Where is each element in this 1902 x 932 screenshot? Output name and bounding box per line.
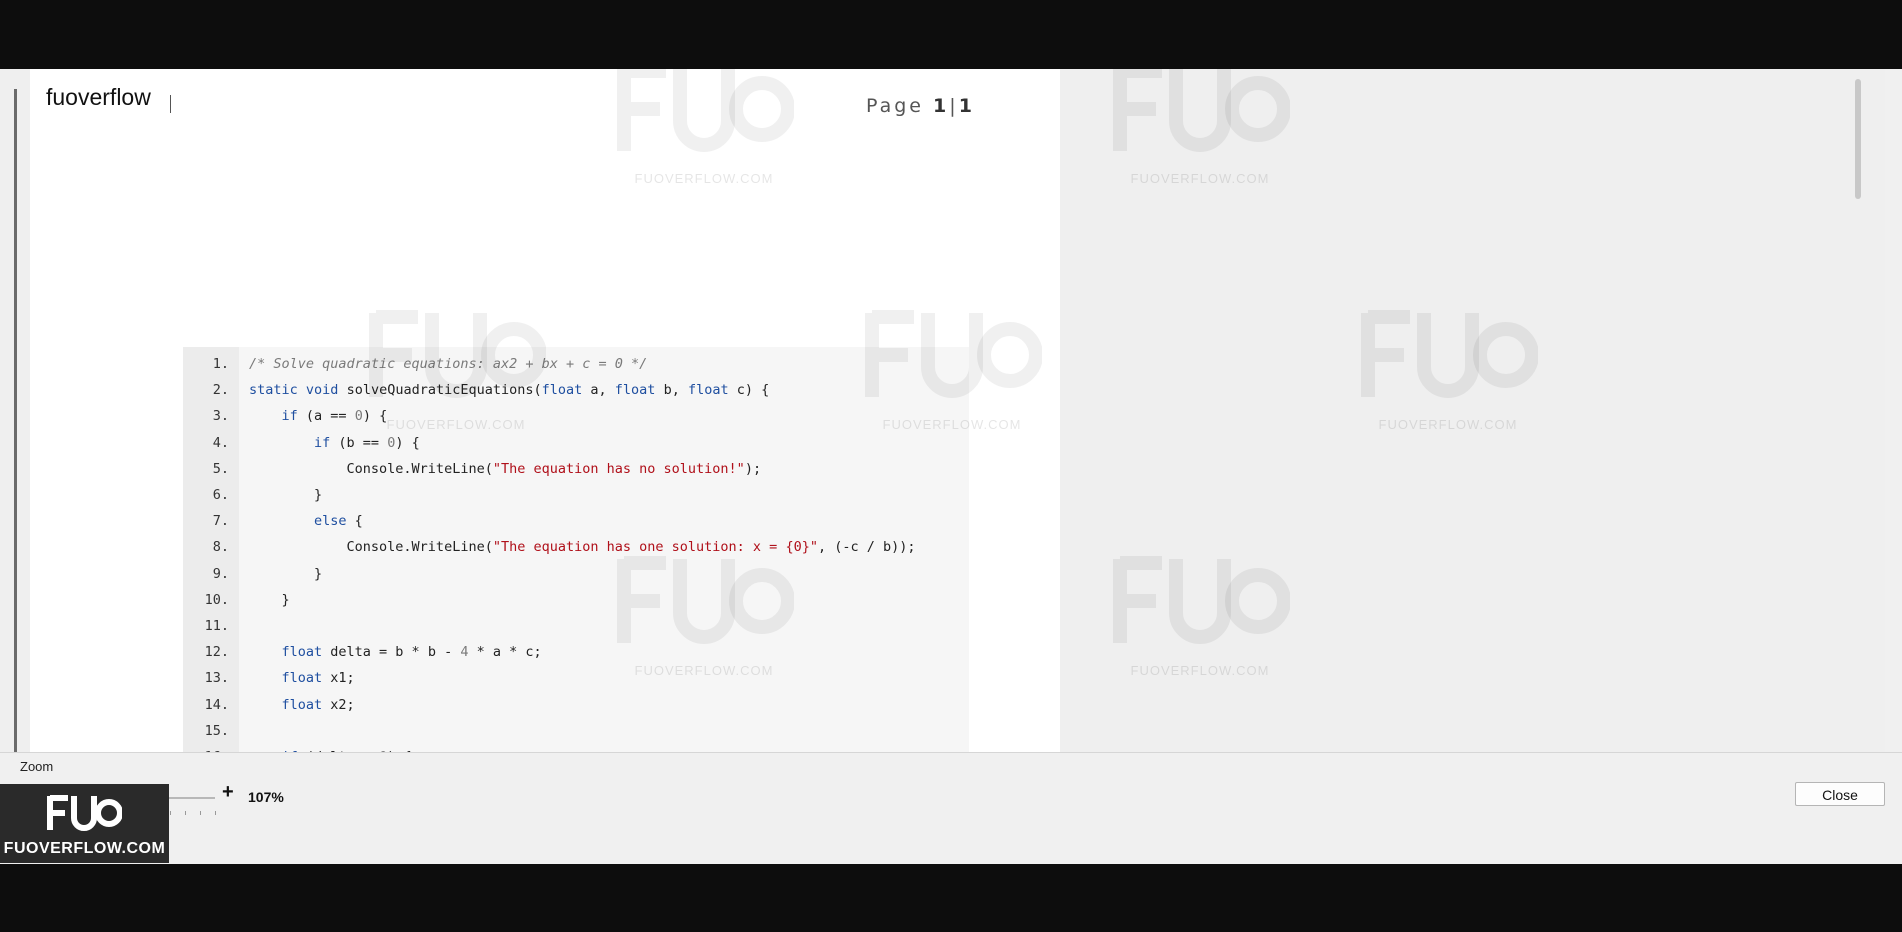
code-line: 9. } (183, 561, 969, 587)
line-number: 3. (212, 408, 229, 425)
watermark: FUOVERFLOW.COM (1338, 305, 1558, 445)
line-number: 5. (212, 460, 229, 477)
code-line: 1. /* Solve quadratic equations: ax2 + bx… (183, 351, 969, 377)
code-text: /* Solve quadratic equations: ax2 + bx +… (249, 356, 648, 372)
code-text: else { (314, 513, 363, 530)
code-line: 8. Console.WriteLine("The equation has o… (183, 534, 969, 560)
watermark: FUOVERFLOW.COM (1090, 551, 1310, 691)
code-line: 13. float x1; (183, 665, 969, 691)
document-title: fuoverflow (46, 84, 151, 110)
line-number: 11. (204, 618, 229, 634)
line-number: 14. (204, 696, 229, 713)
watermark-logo-icon (1361, 310, 1538, 398)
watermark: FUOVERFLOW.COM (1090, 69, 1310, 199)
code-text: if (a == 0) { (281, 408, 388, 425)
close-button[interactable]: Close (1795, 782, 1885, 806)
page-label: Page (866, 95, 924, 117)
line-number: 4. (212, 434, 229, 451)
code-line: 11. (183, 613, 969, 639)
code-text: } (249, 487, 323, 503)
zoom-tick (200, 811, 201, 815)
line-number: 15. (204, 722, 229, 739)
code-listing: 1. /* Solve quadratic equations: ax2 + bx… (183, 347, 969, 752)
watermark-text: FUOVERFLOW.COM (1378, 417, 1518, 432)
page-indicator: Page 1|1 (866, 95, 975, 117)
code-line: 16. if (delta > 0) { (183, 744, 969, 752)
code-text: } (249, 565, 323, 582)
code-text: float delta = b * b - 4 * a * c; (281, 644, 542, 661)
zoom-tick (215, 811, 216, 815)
code-line: 3. if (a == 0) { (183, 403, 969, 429)
brand-text: FUOVERFLOW.COM (3, 840, 166, 857)
line-number: 1. (212, 356, 229, 372)
page-total: 1 (958, 95, 975, 117)
zoom-tick (185, 811, 186, 815)
code-text: if (b == 0) { (314, 434, 420, 451)
document-viewer-window: fuoverflow Page 1|1 1. /* Solve quadratic… (0, 69, 1902, 864)
line-number: 8. (212, 539, 229, 556)
line-number: 7. (212, 513, 229, 530)
code-line: 4. if (b == 0) { (183, 430, 969, 456)
vertical-scrollbar[interactable] (1855, 69, 1875, 752)
code-line: 15. (183, 718, 969, 744)
code-line: 6. } (183, 482, 969, 508)
code-text: Console.WriteLine("The equation has one … (249, 539, 916, 556)
document-title-box: fuoverflow (40, 83, 160, 111)
code-line: 10. } (183, 587, 969, 613)
code-line: 5. Console.WriteLine("The equation has n… (183, 456, 969, 482)
code-line: 12. float delta = b * b - 4 * a * c; (183, 639, 969, 665)
line-number: 16. (183, 744, 229, 752)
watermark-logo-icon (1113, 69, 1290, 152)
watermark-text: FUOVERFLOW.COM (1130, 663, 1270, 678)
code-text: } (249, 591, 290, 608)
line-number: 9. (212, 565, 229, 582)
line-number: 13. (204, 670, 229, 687)
toolbar-divider (0, 752, 1902, 753)
watermark-logo-icon (1113, 556, 1290, 644)
code-text: float x2; (281, 696, 355, 713)
code-text: if (delta > 0) { (249, 744, 412, 752)
scrollbar-thumb[interactable] (1855, 79, 1861, 199)
line-number: 10. (204, 591, 229, 608)
page-current: 1 (933, 95, 950, 117)
code-text: float x1; (281, 670, 355, 687)
code-line: 2. static void solveQuadraticEquations(fl… (183, 377, 969, 403)
line-number: 6. (212, 487, 229, 503)
code-line: 14. float x2; (183, 692, 969, 718)
zoom-in-button[interactable]: + (222, 781, 234, 804)
zoom-label: Zoom (20, 759, 54, 774)
brand-badge: FUOVERFLOW.COM (0, 784, 169, 863)
text-cursor (170, 95, 171, 113)
watermark-text: FUOVERFLOW.COM (1130, 171, 1270, 186)
zoom-tick (170, 811, 171, 815)
brand-logo-icon (47, 795, 122, 831)
document-viewport[interactable]: fuoverflow Page 1|1 1. /* Solve quadratic… (0, 69, 1885, 752)
viewport-left-border (14, 89, 17, 752)
zoom-value: 107% (248, 789, 284, 805)
page-separator: | (949, 95, 959, 117)
code-text: static void solveQuadraticEquations(floa… (249, 382, 770, 399)
line-number: 2. (212, 382, 229, 399)
line-number: 12. (204, 644, 229, 661)
code-text: Console.WriteLine("The equation has no s… (249, 460, 762, 477)
document-page: fuoverflow Page 1|1 1. /* Solve quadratic… (30, 69, 1060, 752)
code-line: 7. else { (183, 508, 969, 534)
